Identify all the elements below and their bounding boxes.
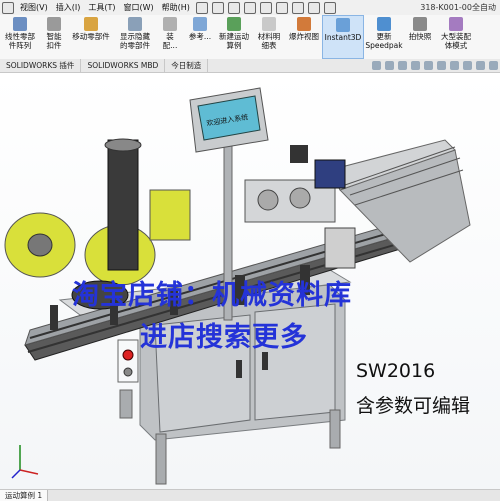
reference-label: 参考... [188,32,212,41]
instant3d-label: Instant3D [324,33,362,42]
smart-fasteners-button[interactable]: 智能扣件 [40,15,68,59]
exploded-view-icon [297,17,311,31]
smart-fasteners-label: 智能扣件 [46,32,62,50]
linear-pattern-button[interactable]: 线性零部件阵列 [0,15,40,59]
control-buttons [117,339,139,383]
menu-insert[interactable]: 插入(I) [52,2,85,13]
menu-bar: 视图(V) 插入(I) 工具(T) 窗口(W) 帮助(H) 318-K001-0… [0,0,500,16]
heads-up-view-toolbar [370,59,500,72]
large-assembly-mode-button[interactable]: 大型装配体模式 [436,15,476,59]
motion-study-icon [227,17,241,31]
graphics-area[interactable]: 欢迎进入系统 淘宝店铺：机械资料库 进店搜索更多 SW2016 含参数可编辑 [0,73,500,489]
rebuild-icon[interactable] [307,1,320,14]
bom-icon [262,17,276,31]
exploded-view-label: 爆炸视图 [289,32,319,41]
pin-icon[interactable] [195,1,208,14]
motion-study-label: 新建运动算例 [219,32,249,50]
tab-solidworks-addins[interactable]: SOLIDWORKS 插件 [0,59,82,72]
watermark-line-2: 进店搜索更多 [140,322,308,353]
options-icon[interactable] [323,1,336,14]
move-component-icon [84,17,98,31]
scene-icon[interactable] [476,61,485,70]
coordinate-triad [11,445,39,479]
speedpak-label: 更新Speedpak [365,32,403,50]
menu-view[interactable]: 视图(V) [16,2,52,13]
hide-show-items-icon[interactable] [450,61,459,70]
show-hidden-label: 显示隐藏的零部件 [120,32,150,50]
menu-help[interactable]: 帮助(H) [158,2,194,13]
menu-window[interactable]: 窗口(W) [119,2,157,13]
tab-motion-study-1[interactable]: 运动算例 1 [0,490,49,501]
assembly-label: 装配... [162,32,178,50]
app-menu-icon[interactable] [2,1,14,14]
bom-button[interactable]: 材料明细表 [252,15,286,59]
linear-pattern-label: 线性零部件阵列 [5,32,35,50]
display-style-icon[interactable] [437,61,446,70]
show-hidden-button[interactable]: 显示隐藏的零部件 [114,15,156,59]
zoom-area-icon[interactable] [385,61,394,70]
assembly-features-button[interactable]: 装配... [156,15,184,59]
previous-view-icon[interactable] [398,61,407,70]
speedpak-icon [377,17,391,31]
linear-pattern-icon [13,17,27,31]
move-component-button[interactable]: 移动零部件 [68,15,114,59]
move-component-label: 移动零部件 [72,32,110,41]
appearance-icon[interactable] [463,61,472,70]
update-speedpak-button[interactable]: 更新Speedpak [364,15,404,59]
section-view-icon[interactable] [411,61,420,70]
editable-note: 含参数可编辑 [356,395,471,417]
assembly-icon [163,17,177,31]
open-icon[interactable] [227,1,240,14]
document-title: 318-K001-00全自动 [420,3,496,12]
command-manager-ribbon: 线性零部件阵列 智能扣件 移动零部件 显示隐藏的零部件 装配... 参考... … [0,15,500,60]
new-motion-study-button[interactable]: 新建运动算例 [216,15,252,59]
save-icon[interactable] [243,1,256,14]
menu-tools[interactable]: 工具(T) [84,2,119,13]
smart-fasteners-icon [47,17,61,31]
snapshot-label: 拍快照 [408,32,432,41]
version-note: SW2016 [356,360,436,382]
tab-today-manufacturing[interactable]: 今日制造 [165,59,209,72]
watermark-line-1: 淘宝店铺：机械资料库 [72,280,352,311]
large-assembly-label: 大型装配体模式 [441,32,471,50]
bom-label: 材料明细表 [257,32,281,50]
large-assembly-icon [449,17,463,31]
undo-icon[interactable] [275,1,288,14]
print-icon[interactable] [259,1,272,14]
show-hidden-icon [128,17,142,31]
select-icon[interactable] [291,1,304,14]
view-settings-icon[interactable] [489,61,498,70]
labeling-head [244,145,356,269]
exploded-view-button[interactable]: 爆炸视图 [286,15,322,59]
instant3d-icon [336,18,350,32]
tab-solidworks-mbd[interactable]: SOLIDWORKS MBD [81,59,166,72]
view-orientation-icon[interactable] [424,61,433,70]
bottom-tab-bar: 运动算例 1 [0,489,500,501]
reference-geometry-button[interactable]: 参考... [184,15,216,59]
reference-icon [193,17,207,31]
take-snapshot-button[interactable]: 拍快照 [404,15,436,59]
snapshot-icon [413,17,427,31]
new-doc-icon[interactable] [211,1,224,14]
instant3d-button[interactable]: Instant3D [322,15,364,59]
zoom-fit-icon[interactable] [372,61,381,70]
